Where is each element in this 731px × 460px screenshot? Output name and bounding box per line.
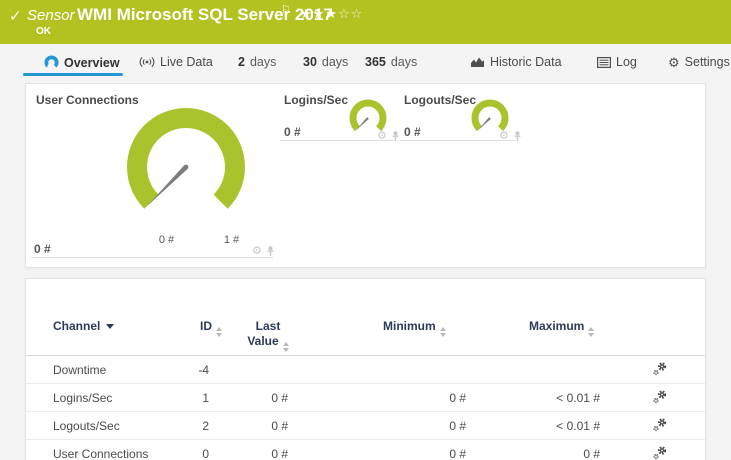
table-row[interactable]: User Connections 0 0 # 0 # 0 #	[26, 440, 705, 460]
sort-icon	[282, 342, 289, 352]
gauges-panel: User Connections 0 # 1 # 0 # ⚙ Logins/Se…	[25, 83, 706, 268]
active-tab-underline	[23, 73, 123, 76]
tab-365-days-unit: days	[390, 55, 418, 69]
widget-gear-icon[interactable]: ⚙	[252, 246, 262, 257]
column-header-value-label: Value	[247, 334, 279, 348]
channel-settings-icon[interactable]	[653, 361, 667, 379]
widget-divider	[31, 257, 273, 258]
settings-gear-icon: ⚙	[668, 54, 680, 70]
table-row[interactable]: Downtime -4	[26, 356, 705, 384]
sort-desc-icon	[106, 324, 115, 329]
tab-historic-data-label: Historic Data	[490, 55, 562, 69]
tab-30-days-unit: days	[321, 55, 349, 69]
channel-table-panel: Channel ID Last Value Minimum Maximum Do…	[25, 278, 706, 460]
column-header-maximum-label: Maximum	[529, 319, 585, 333]
tab-30-days[interactable]: 30 days	[303, 55, 348, 69]
sort-icon	[588, 327, 595, 337]
channel-maximum: < 0.01 #	[556, 390, 600, 405]
gauge-scale-min: 0 #	[158, 234, 175, 246]
stars-empty[interactable]: ☆☆	[338, 6, 363, 21]
channel-id: -4	[198, 362, 209, 377]
tab-365-days-number: 365	[365, 55, 386, 69]
sensor-status-text: OK	[36, 26, 51, 37]
channel-settings-icon[interactable]	[653, 417, 667, 435]
tab-live-data-label: Live Data	[160, 55, 213, 69]
gauge-icon	[44, 55, 59, 68]
tab-bar: Overview Live Data 2 days 30 days 365 da…	[0, 44, 731, 83]
channel-rows: Downtime -4 Logins/Sec 1 0 # 0 # < 0.01 …	[26, 356, 705, 460]
sensor-overview-page: ✓ Sensor WMI Microsoft SQL Server 2017 ⚐…	[0, 0, 731, 460]
broadcast-icon	[139, 56, 155, 68]
tab-settings-label: Settings	[684, 55, 730, 69]
log-list-icon	[597, 56, 611, 68]
column-header-last-label: Last	[255, 319, 281, 333]
tab-settings[interactable]: ⚙ Settings	[668, 55, 730, 69]
column-header-minimum[interactable]: Minimum	[383, 319, 446, 337]
column-header-maximum[interactable]: Maximum	[529, 319, 595, 337]
channel-settings-icon[interactable]	[653, 445, 667, 460]
gauge-title-logouts: Logouts/Sec	[404, 93, 477, 107]
stars-filled[interactable]: ★★★	[300, 6, 338, 21]
tab-log[interactable]: Log	[597, 55, 637, 69]
sort-icon	[439, 327, 446, 337]
channel-settings-icon[interactable]	[653, 389, 667, 407]
tab-2-days-unit: days	[249, 55, 277, 69]
column-header-channel[interactable]: Channel	[53, 319, 115, 333]
widget-pin-icon[interactable]	[266, 246, 275, 257]
sort-icon	[216, 327, 222, 337]
column-header-channel-label: Channel	[53, 319, 101, 333]
sensor-title: WMI Microsoft SQL Server 2017	[77, 5, 333, 24]
tab-30-days-number: 30	[303, 55, 317, 69]
column-header-id-label: ID	[200, 319, 212, 333]
tab-live-data[interactable]: Live Data	[139, 55, 213, 69]
widget-toolbar: ⚙	[252, 246, 275, 257]
channel-maximum: 0 #	[583, 446, 600, 460]
tab-2-days-number: 2	[238, 55, 245, 69]
tab-2-days[interactable]: 2 days	[238, 55, 276, 69]
table-row[interactable]: Logouts/Sec 2 0 # 0 # < 0.01 #	[26, 412, 705, 440]
tab-365-days[interactable]: 365 days	[365, 55, 417, 69]
table-row[interactable]: Logins/Sec 1 0 # 0 # < 0.01 #	[26, 384, 705, 412]
user-connections-value: 0 #	[34, 242, 51, 256]
tab-overview[interactable]: Overview	[44, 55, 120, 70]
widget-divider	[280, 140, 394, 141]
area-chart-icon	[471, 57, 484, 67]
priority-stars[interactable]: ★★★☆☆	[300, 6, 363, 22]
object-type-label: Sensor	[27, 7, 75, 24]
tab-log-label: Log	[616, 55, 637, 69]
gauge-scale-max: 1 #	[223, 234, 240, 246]
tab-historic-data[interactable]: Historic Data	[470, 55, 562, 69]
logins-value: 0 #	[284, 125, 301, 139]
column-header-id[interactable]: ID	[200, 319, 222, 337]
flag-icon: ⚐	[281, 4, 291, 16]
column-header-last-value[interactable]: Last Value	[238, 319, 298, 352]
logouts-value: 0 #	[404, 125, 421, 139]
user-connections-gauge	[127, 108, 245, 209]
column-header-minimum-label: Minimum	[383, 319, 436, 333]
widget-divider	[400, 140, 516, 141]
tab-overview-label: Overview	[64, 55, 120, 70]
sensor-status-header: ✓ Sensor WMI Microsoft SQL Server 2017 ⚐…	[0, 0, 731, 44]
ok-check-icon: ✓	[9, 8, 22, 25]
gauge-title-logins: Logins/Sec	[284, 93, 349, 107]
channel-maximum: < 0.01 #	[556, 418, 600, 433]
